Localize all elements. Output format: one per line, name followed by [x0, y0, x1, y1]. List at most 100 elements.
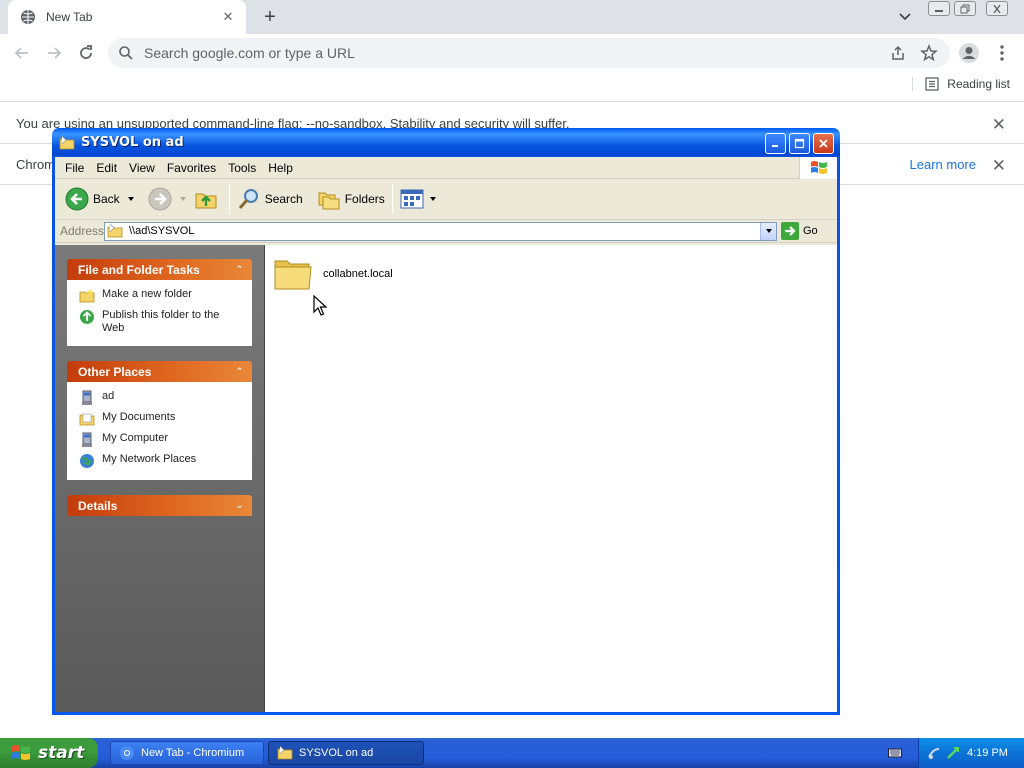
place-my-network-places[interactable]: My Network Places [79, 453, 242, 469]
computer-icon [82, 390, 92, 405]
browser-forward-button[interactable] [42, 41, 66, 65]
place-my-computer[interactable]: My Computer [79, 432, 242, 448]
taskbar-item-explorer[interactable]: SYSVOL on ad [268, 741, 424, 765]
arrow-right-icon [48, 47, 62, 59]
search-button[interactable]: Search [233, 183, 307, 215]
menu-favorites[interactable]: Favorites [161, 161, 222, 175]
folder-share-icon [107, 223, 123, 238]
task-label: Publish this folder to the Web [102, 309, 220, 334]
taskbar-item-chromium[interactable]: New Tab - Chromium [110, 741, 264, 765]
address-input[interactable]: \\ad\SYSVOL [104, 221, 777, 241]
new-tab-button[interactable]: + [258, 5, 282, 29]
network-places-icon [80, 454, 94, 468]
clock[interactable]: 4:19 PM [967, 747, 1008, 759]
address-label: Address [60, 224, 105, 238]
place-label: ad [102, 390, 115, 402]
my-documents-icon [79, 413, 95, 426]
menu-help[interactable]: Help [262, 161, 299, 175]
keyboard-icon[interactable] [888, 746, 902, 760]
section-title: File and Folder Tasks [78, 262, 200, 277]
dropdown-arrow-icon[interactable] [179, 197, 186, 201]
details-header[interactable]: Details ⌄ [67, 495, 252, 516]
folder-share-icon [277, 745, 293, 760]
share-icon[interactable] [890, 45, 906, 61]
folders-button[interactable]: Folders [313, 183, 389, 215]
task-label: Make a new folder [102, 288, 192, 300]
folder-icon [274, 260, 312, 290]
go-arrow-icon [781, 222, 799, 240]
explorer-body: File Edit View Favorites Tools Help Back [55, 157, 837, 712]
section-title: Details [78, 498, 118, 513]
browser-close-button[interactable] [986, 1, 1008, 16]
folder-item[interactable]: collabnet.local [273, 255, 393, 293]
dropdown-arrow-icon[interactable] [429, 197, 436, 201]
explorer-minimize-button[interactable] [765, 133, 786, 154]
start-button[interactable]: start [0, 738, 98, 768]
menu-edit[interactable]: Edit [90, 161, 123, 175]
publish-web-icon [80, 310, 94, 324]
forward-button[interactable] [144, 183, 190, 215]
file-folder-tasks-header[interactable]: File and Folder Tasks ⌃ [67, 259, 252, 280]
reading-list-icon [925, 77, 939, 91]
infobar-close-icon[interactable]: ✕ [992, 156, 1006, 176]
views-button[interactable] [396, 183, 440, 215]
reading-list-button[interactable]: Reading list [912, 77, 1010, 91]
bookmarks-bar: Reading list [0, 72, 1024, 102]
mouse-cursor-icon [313, 295, 327, 316]
infobar-close-icon[interactable]: ✕ [992, 115, 1006, 135]
browser-reload-button[interactable] [74, 41, 98, 65]
menu-file[interactable]: File [59, 161, 90, 175]
chevron-down-icon[interactable]: ⌄ [232, 498, 247, 513]
other-places-header[interactable]: Other Places ⌃ [67, 361, 252, 382]
chevron-up-icon[interactable]: ⌃ [232, 364, 247, 379]
place-label: My Network Places [102, 453, 197, 465]
windows-logo [799, 157, 837, 179]
folders-label: Folders [344, 192, 385, 206]
explorer-maximize-button[interactable] [789, 133, 810, 154]
profile-button[interactable] [957, 41, 981, 65]
address-dropdown-button[interactable] [760, 222, 776, 240]
menu-tools[interactable]: Tools [222, 161, 262, 175]
up-folder-icon [195, 193, 217, 209]
task-make-new-folder[interactable]: Make a new folder [79, 288, 242, 304]
network-tray-icon[interactable] [927, 745, 943, 761]
browser-restore-button[interactable] [954, 1, 976, 16]
details-section: Details ⌄ [67, 495, 252, 516]
browser-tab[interactable]: New Tab ✕ [8, 0, 246, 34]
tab-close-icon[interactable]: ✕ [220, 9, 236, 25]
explorer-title: SYSVOL on ad [81, 135, 184, 150]
reading-list-label: Reading list [947, 77, 1010, 91]
reload-icon [80, 45, 92, 59]
search-icon [119, 46, 133, 60]
tab-title: New Tab [46, 10, 93, 24]
back-button[interactable]: Back [61, 183, 138, 215]
explorer-titlebar[interactable]: SYSVOL on ad [55, 128, 837, 157]
explorer-close-button[interactable] [813, 133, 834, 154]
search-label: Search [264, 192, 303, 206]
tab-search-chevron-icon[interactable] [896, 9, 914, 25]
bookmark-star-icon[interactable] [920, 44, 938, 62]
browser-minimize-button[interactable] [928, 1, 950, 16]
my-computer-icon [82, 432, 92, 447]
close-icon [993, 4, 1001, 13]
go-button[interactable]: Go [781, 222, 818, 240]
omnibox[interactable]: Search google.com or type a URL [108, 38, 950, 68]
browser-menu-button[interactable] [990, 41, 1014, 65]
safely-remove-tray-icon[interactable] [945, 745, 961, 761]
place-label: My Computer [102, 432, 169, 444]
browser-back-button[interactable] [10, 41, 34, 65]
chevron-up-icon[interactable]: ⌃ [232, 262, 247, 277]
file-folder-tasks-list: Make a new folder Publish this folder to… [67, 280, 252, 346]
chromium-icon [120, 746, 134, 760]
views-icon [400, 189, 424, 209]
learn-more-link[interactable]: Learn more [910, 157, 976, 172]
taskbar-item-label: SYSVOL on ad [299, 747, 374, 759]
place-my-documents[interactable]: My Documents [79, 411, 242, 427]
up-folder-button[interactable] [190, 183, 226, 215]
minimize-icon [772, 145, 778, 147]
place-ad[interactable]: ad [79, 390, 242, 406]
file-folder-tasks-section: File and Folder Tasks ⌃ Make a new folde… [67, 259, 252, 346]
dropdown-arrow-icon[interactable] [127, 197, 134, 201]
menu-view[interactable]: View [123, 161, 161, 175]
task-publish-to-web[interactable]: Publish this folder to the Web [79, 309, 242, 335]
